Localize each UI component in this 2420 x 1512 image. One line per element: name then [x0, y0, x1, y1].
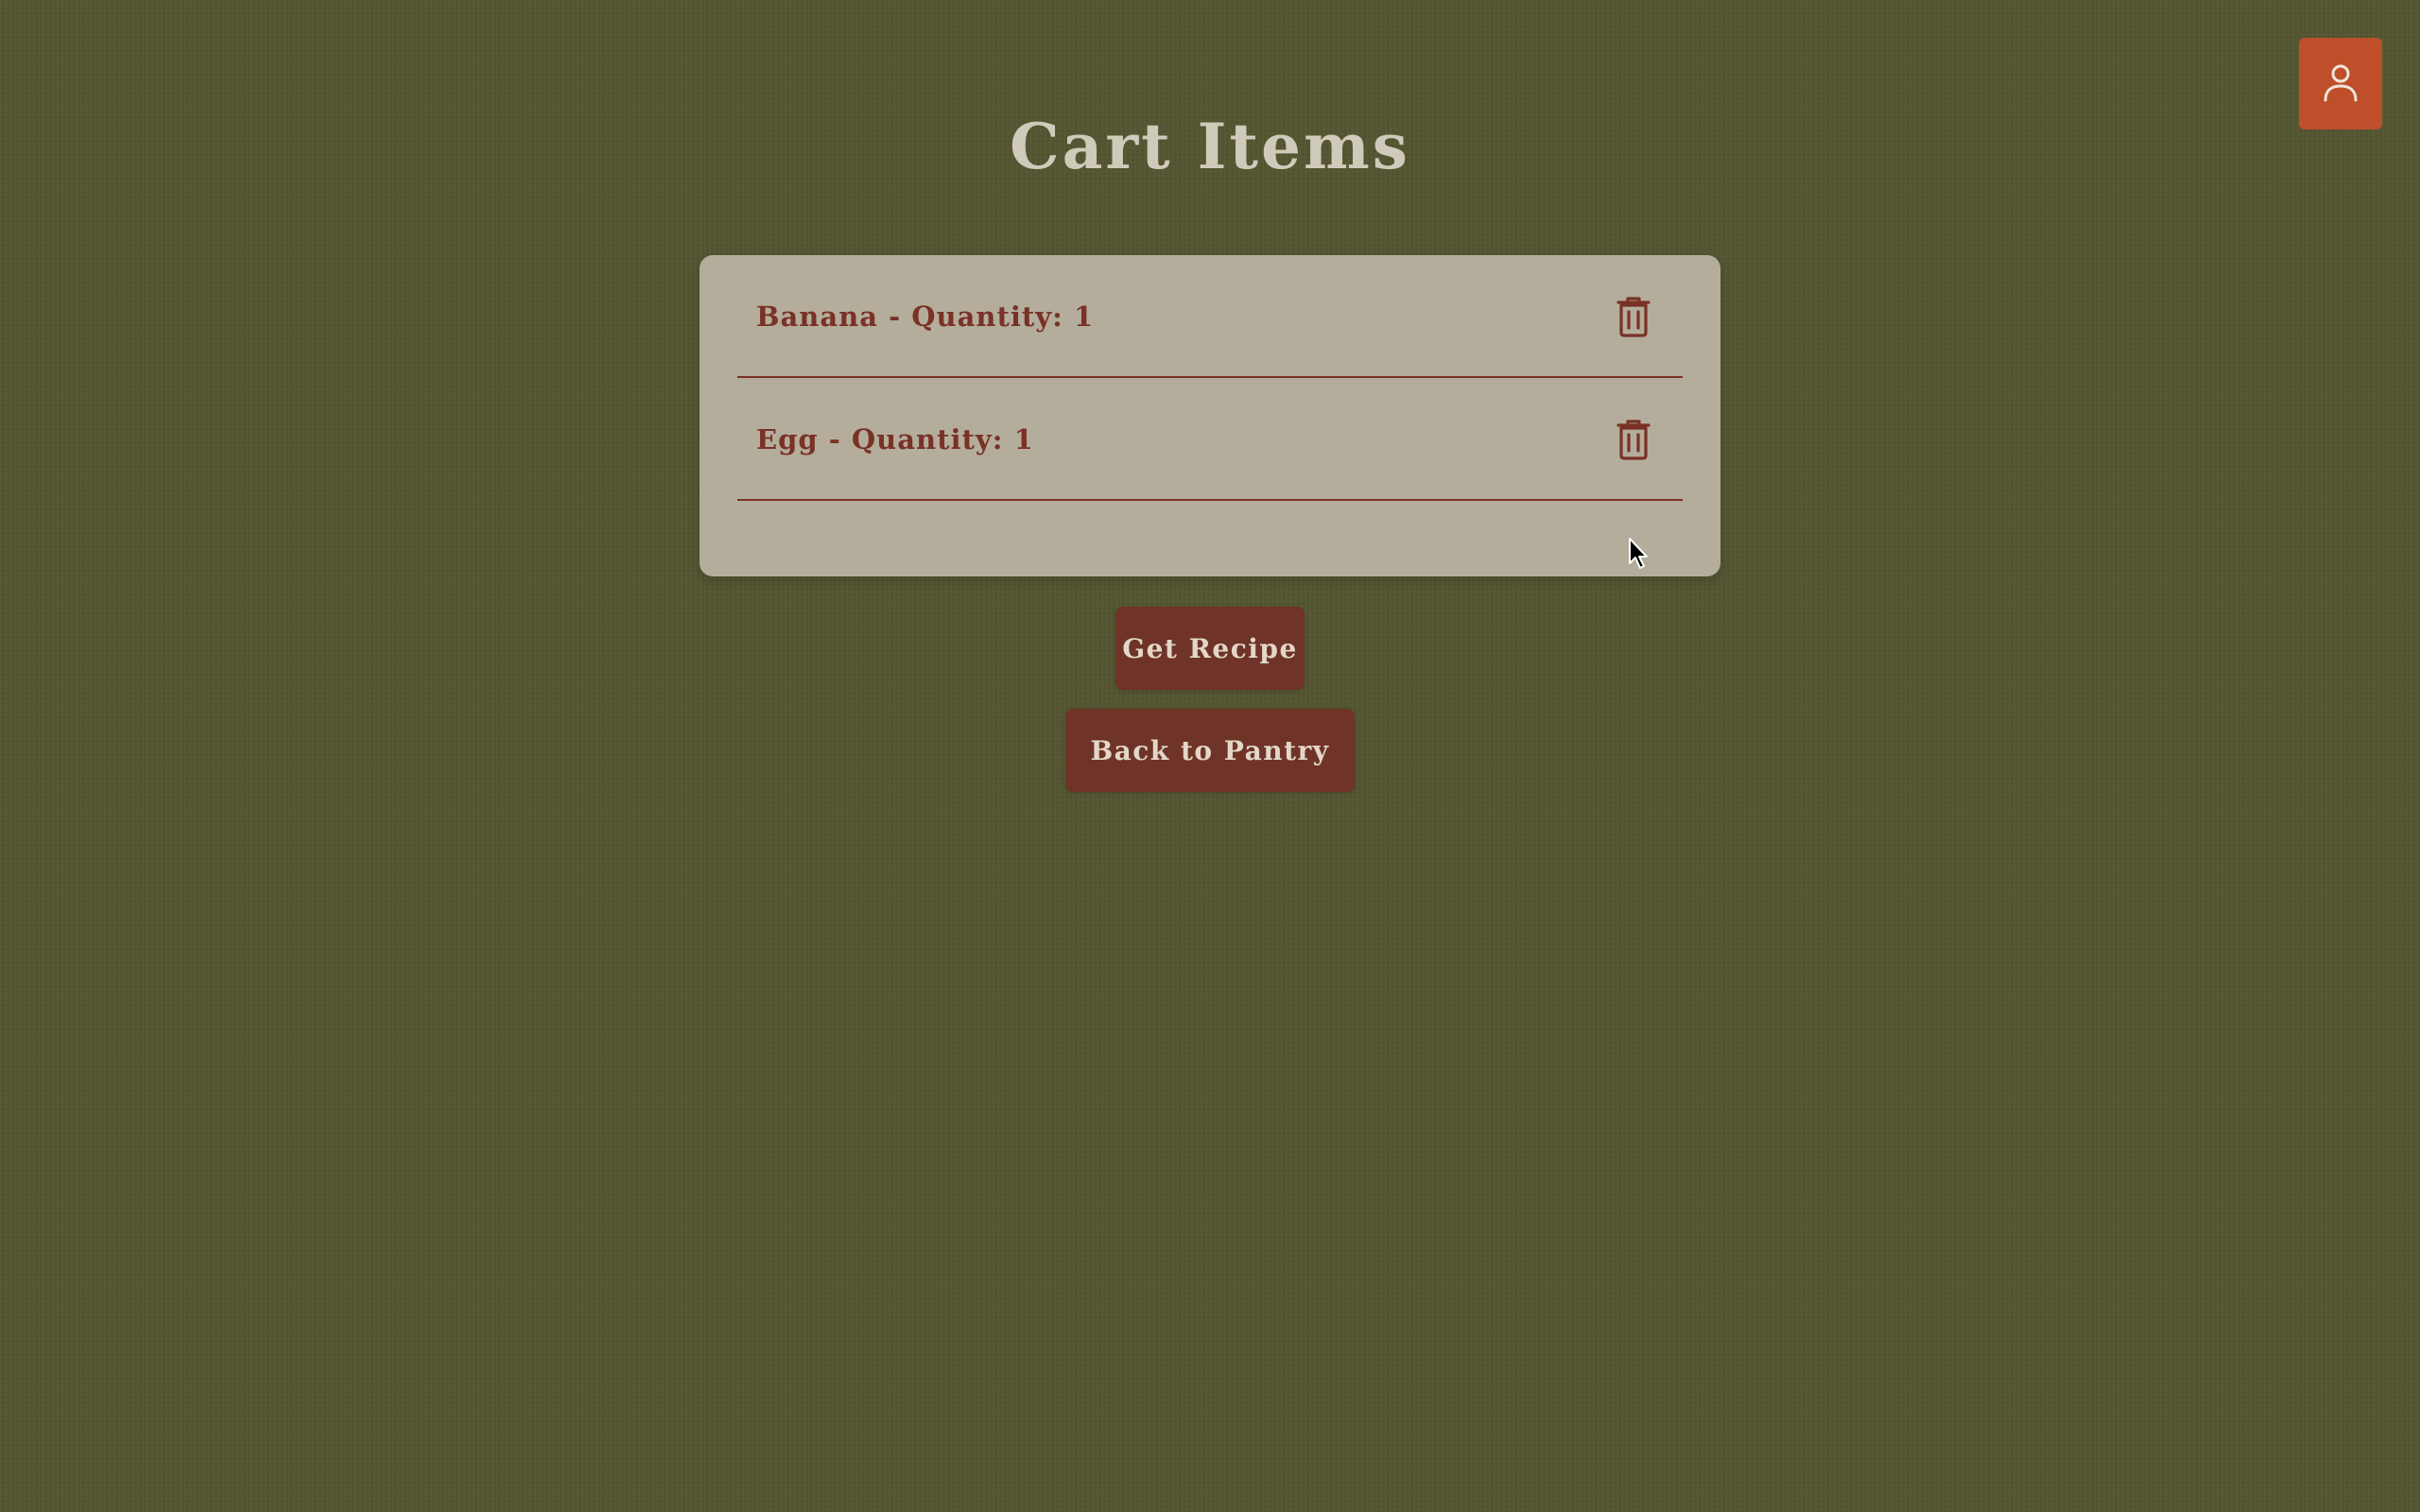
delete-item-button[interactable]	[1605, 418, 1662, 465]
delete-item-button[interactable]	[1605, 295, 1662, 342]
page-title: Cart Items	[1010, 110, 1410, 183]
cart-item: Banana - Quantity: 1	[737, 255, 1683, 378]
trash-icon	[1616, 295, 1651, 342]
cart-list: Banana - Quantity: 1 Egg - Quantity: 1	[737, 255, 1683, 501]
cart-item: Egg - Quantity: 1	[737, 378, 1683, 501]
user-icon	[2322, 61, 2360, 107]
cart-item-label: Egg - Quantity: 1	[756, 423, 1034, 455]
cart-item-label: Banana - Quantity: 1	[756, 301, 1095, 333]
get-recipe-button[interactable]: Get Recipe	[1115, 607, 1305, 690]
cart-panel: Banana - Quantity: 1 Egg - Quantity: 1	[700, 255, 1720, 576]
mouse-cursor-icon	[1628, 537, 1651, 571]
back-to-pantry-button[interactable]: Back to Pantry	[1065, 709, 1355, 792]
trash-icon	[1616, 418, 1651, 465]
